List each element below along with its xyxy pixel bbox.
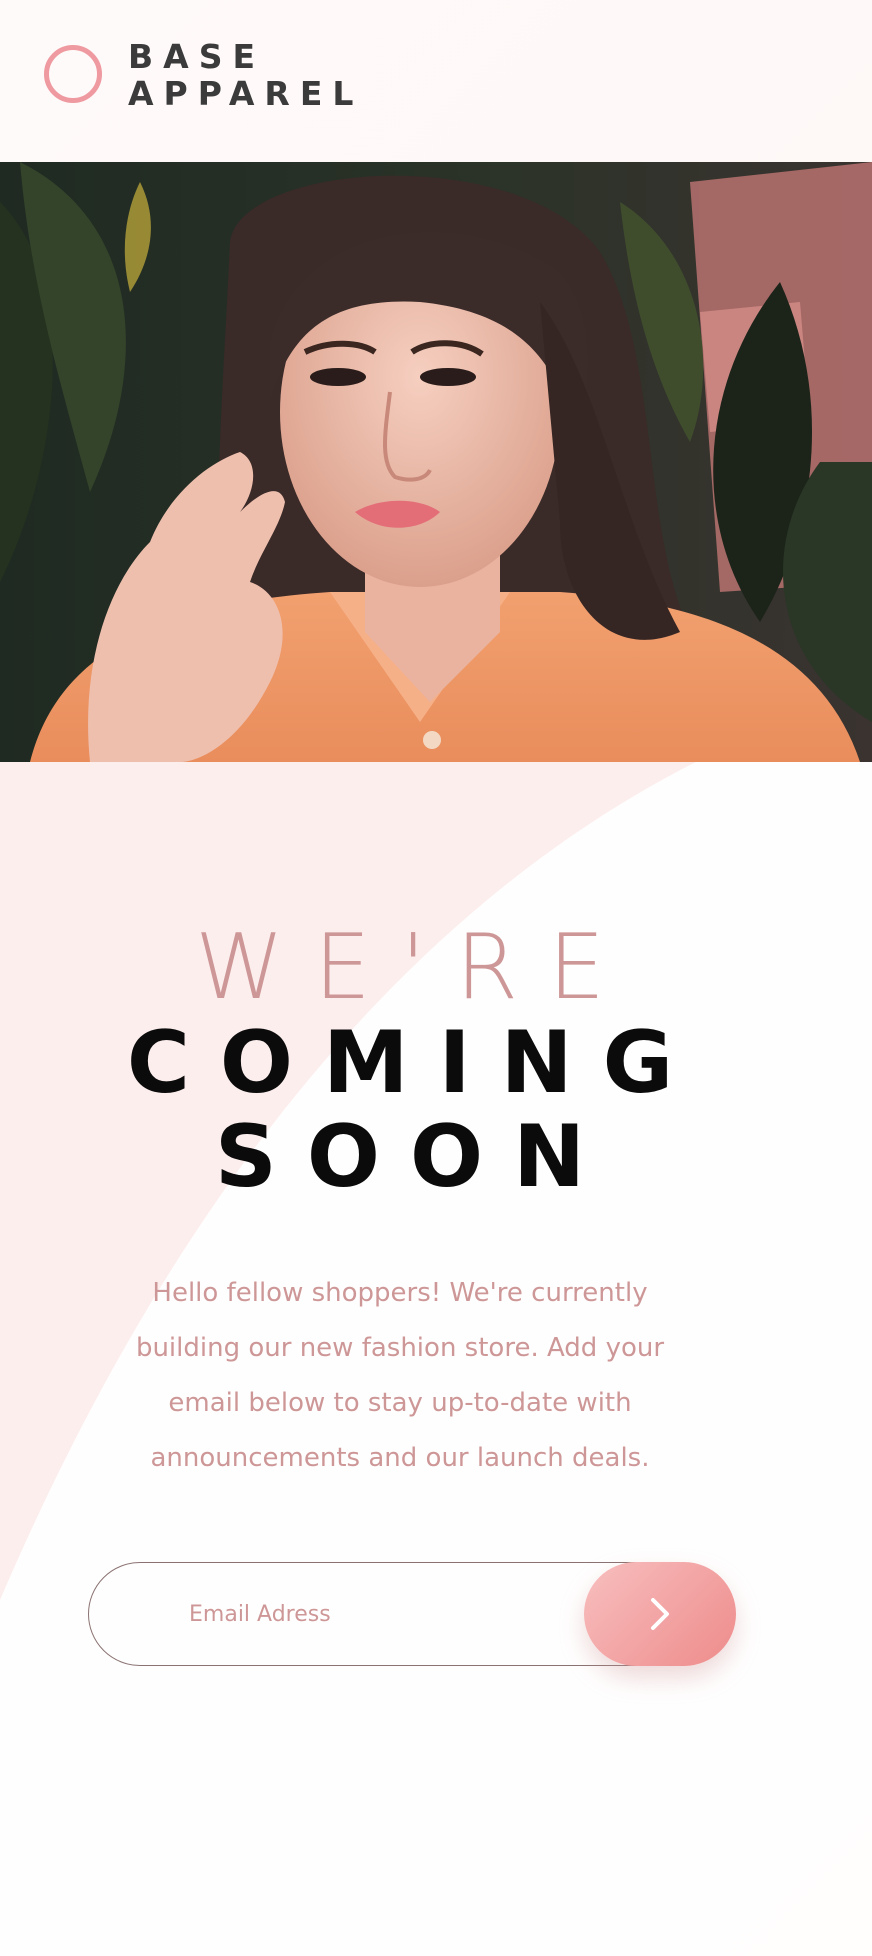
logo-ring-icon[interactable]: [44, 45, 102, 103]
coming-soon-heading: WE'RE COMING SOON: [0, 915, 800, 1207]
intro-text: Hello fellow shoppers! We're currently b…: [135, 1278, 665, 1473]
hero-image: [0, 162, 872, 762]
submit-button[interactable]: [584, 1562, 736, 1666]
fashion-model-photo-icon: [0, 162, 872, 762]
brand-line-1: BASE: [128, 37, 266, 76]
chevron-right-icon: [651, 1598, 669, 1630]
headline-dark-line-1: COMING: [126, 1013, 704, 1113]
headline-dark-line-2: SOON: [214, 1107, 616, 1207]
headline-light: WE'RE: [195, 915, 635, 1020]
brand-line-2: APPAREL: [128, 74, 364, 113]
site-header: BASE APPAREL: [0, 0, 872, 162]
email-signup-form: [88, 1562, 736, 1666]
brand-logo[interactable]: BASE APPAREL: [128, 38, 363, 112]
